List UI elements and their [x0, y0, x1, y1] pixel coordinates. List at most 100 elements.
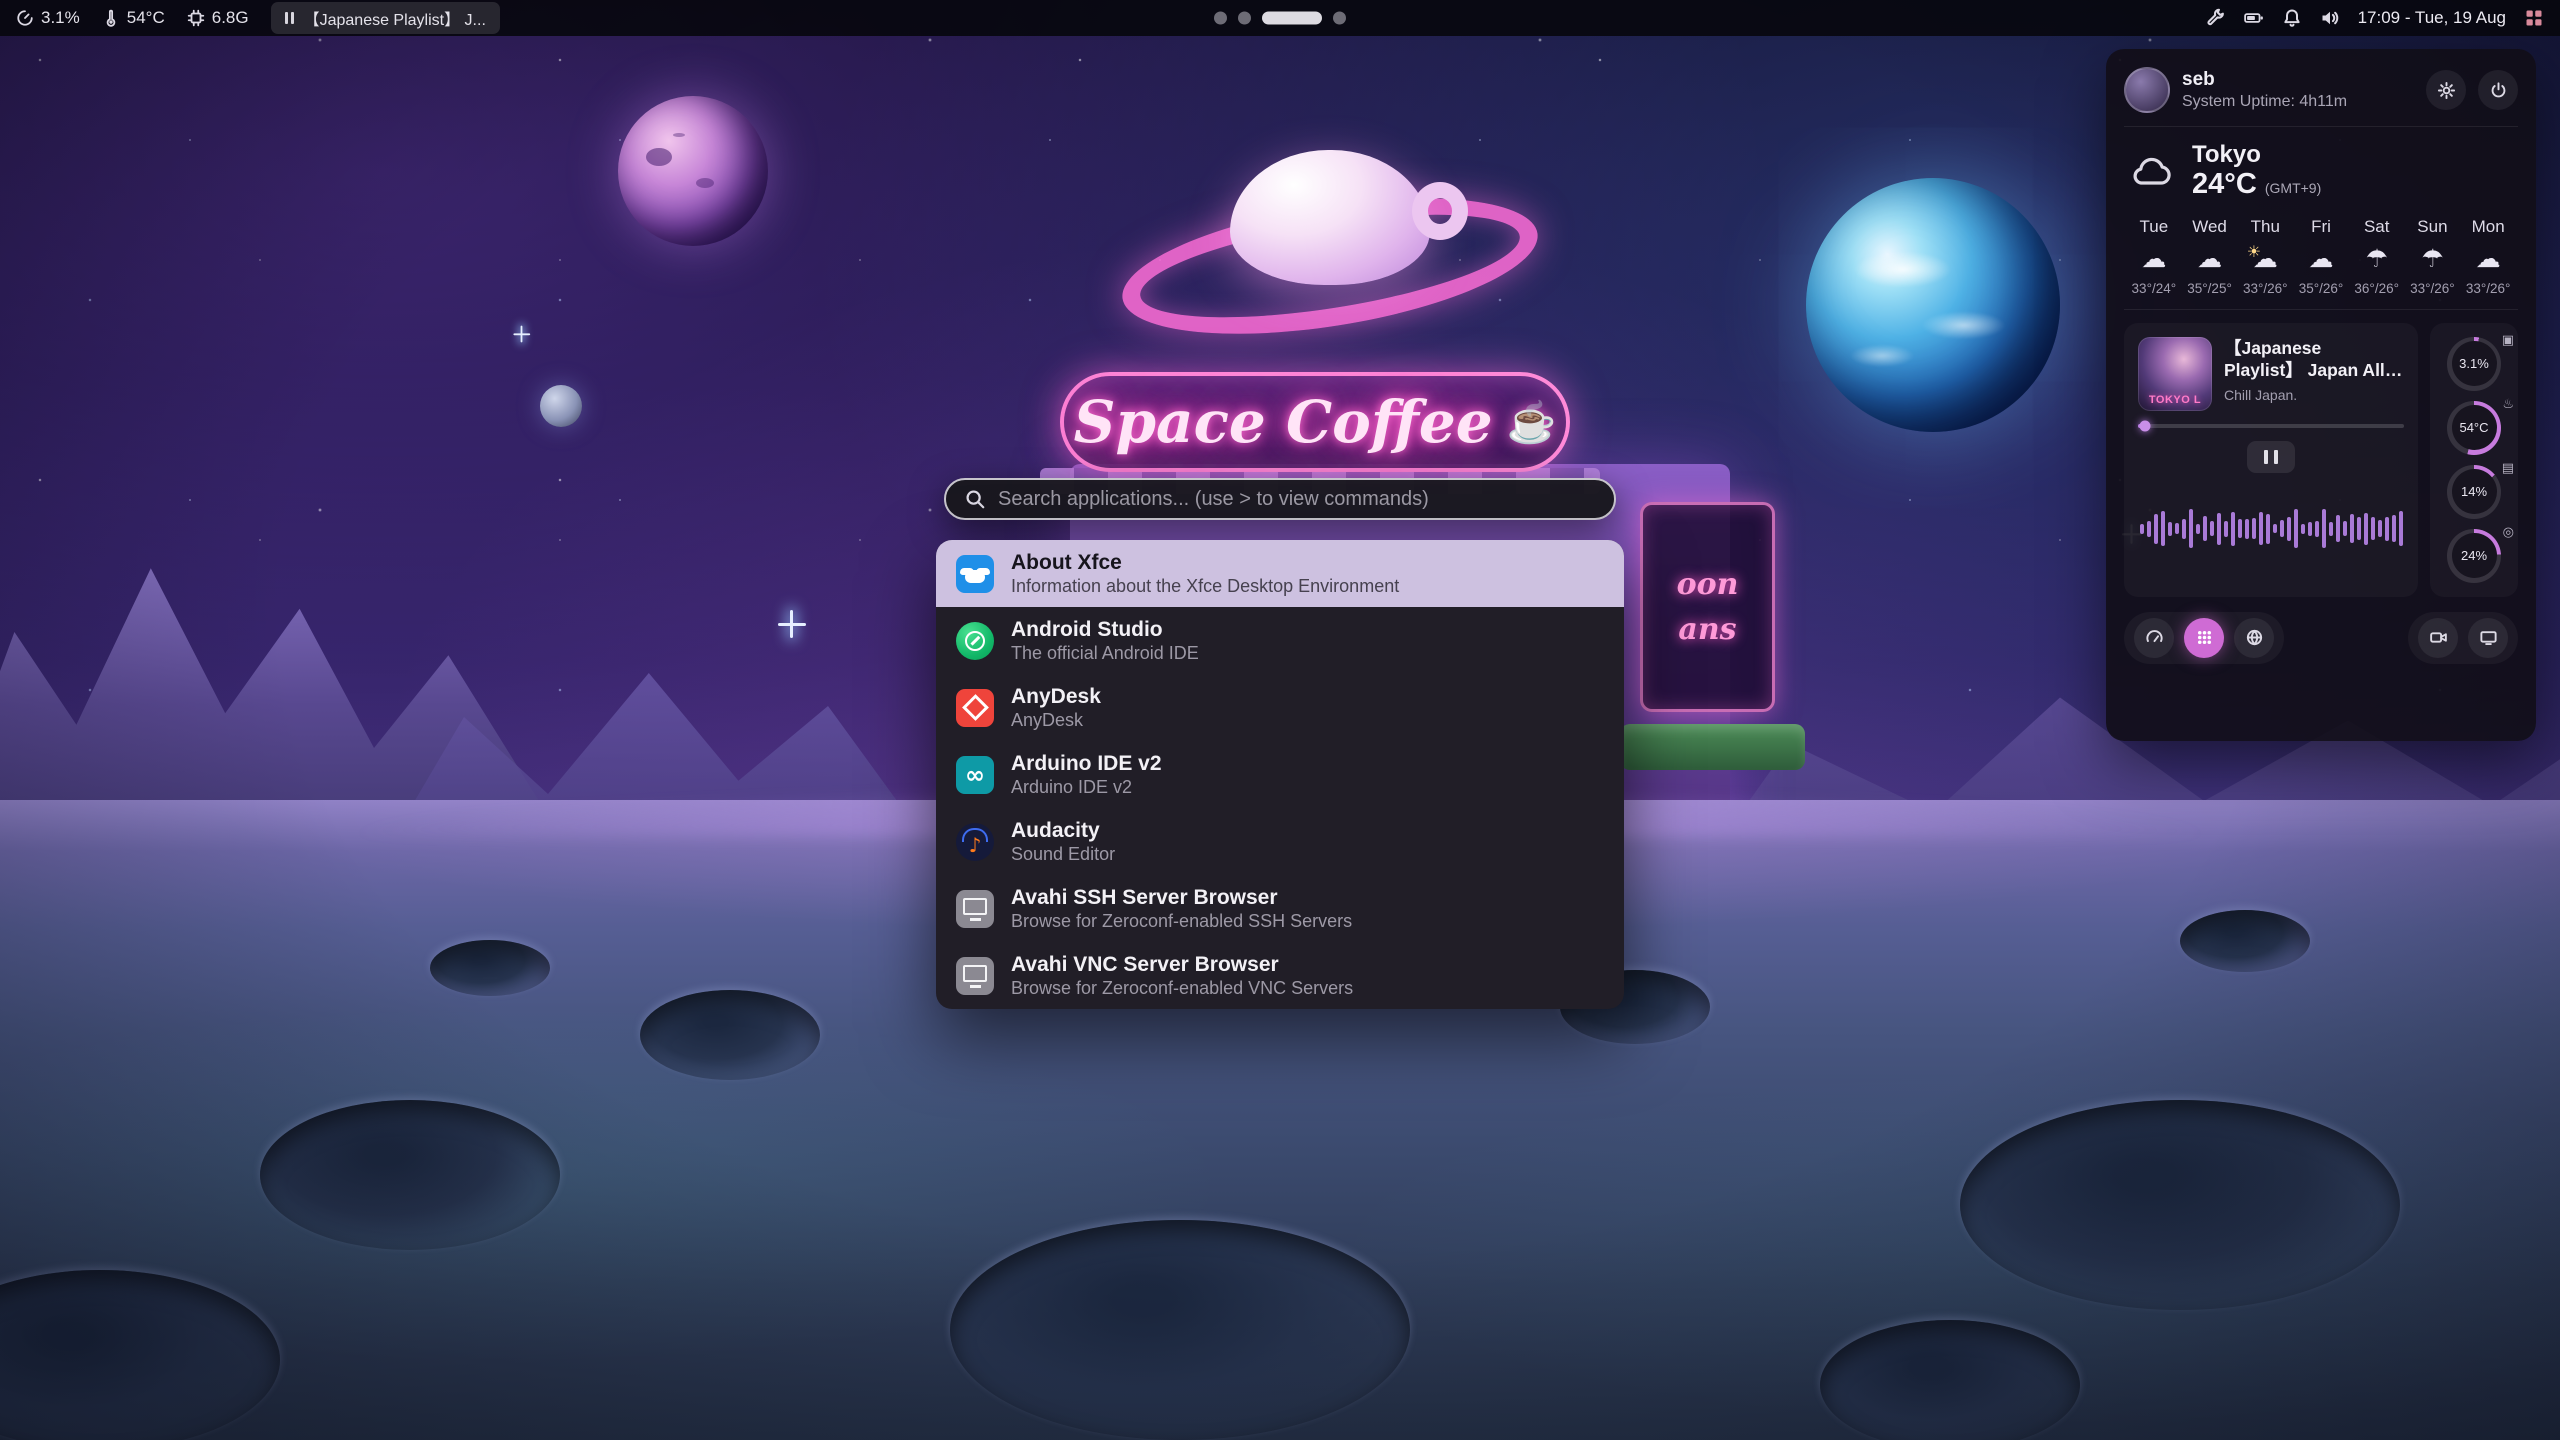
- pause-button[interactable]: [2247, 441, 2295, 473]
- bell-icon: [2282, 8, 2302, 28]
- forecast-day: Mon 33°/26°: [2460, 217, 2516, 296]
- display-button[interactable]: [2468, 618, 2508, 658]
- wrench-icon: [2206, 8, 2226, 28]
- forecast-day: Sun 33°/26°: [2405, 217, 2461, 296]
- user-name: seb: [2182, 69, 2414, 91]
- result-text: Avahi VNC Server Browser Browse for Zero…: [1011, 953, 1353, 999]
- media-progress-bar[interactable]: [2138, 424, 2404, 428]
- gauge-ring: 54°C: [2447, 401, 2501, 455]
- forecast-day-label: Thu: [2251, 217, 2280, 237]
- workspace-dot[interactable]: [1238, 12, 1251, 25]
- widget-panel: seb System Uptime: 4h11m Tokyo 24°C (GMT…: [2106, 49, 2536, 741]
- media-meta: 【Japanese Playlist】 Japan All Night - To…: [2224, 337, 2404, 411]
- launcher-result-row[interactable]: Avahi VNC Server Browser Browse for Zero…: [936, 942, 1624, 1009]
- screen-record-button[interactable]: [2418, 618, 2458, 658]
- avahi-icon: [956, 957, 994, 995]
- cloud-icon: [2476, 243, 2501, 275]
- forecast-temps: 33°/26°: [2410, 281, 2455, 296]
- top-bar-tray: 17:09 - Tue, 19 Aug: [2206, 8, 2544, 28]
- cpu-value: 3.1%: [41, 8, 80, 28]
- divider: [2124, 309, 2518, 310]
- avatar[interactable]: [2124, 67, 2170, 113]
- forecast-day-label: Mon: [2472, 217, 2505, 237]
- album-art-label: TOKYO L: [2138, 394, 2212, 406]
- temp-gauge-icon: [2502, 397, 2514, 412]
- performance-button[interactable]: [2134, 618, 2174, 658]
- cpu-gauge-icon: [2502, 333, 2514, 348]
- memory-stat: 6.8G: [187, 8, 249, 28]
- gauge-value: 14%: [2461, 484, 2487, 499]
- cpu-icon: [16, 9, 34, 27]
- forecast-day-label: Wed: [2192, 217, 2227, 237]
- result-text: Android Studio The official Android IDE: [1011, 618, 1199, 664]
- now-playing-pill[interactable]: 【Japanese Playlist】 J...: [271, 2, 500, 34]
- result-subtitle: Information about the Xfce Desktop Envir…: [1011, 577, 1399, 597]
- gauge: 14%: [2447, 465, 2501, 519]
- launcher-result-row[interactable]: Avahi SSH Server Browser Browse for Zero…: [936, 875, 1624, 942]
- workspace-dot[interactable]: [1262, 12, 1322, 25]
- launcher-result-row[interactable]: About Xfce Information about the Xfce De…: [936, 540, 1624, 607]
- cloud-icon: [2128, 152, 2176, 192]
- search-input[interactable]: [998, 488, 1596, 511]
- sun-cloud-icon: [2253, 243, 2278, 275]
- launcher-result-row[interactable]: AnyDesk AnyDesk: [936, 674, 1624, 741]
- now-playing-text: 【Japanese Playlist】 J...: [304, 6, 486, 30]
- launcher-search-bar[interactable]: [944, 478, 1616, 520]
- umbrella-icon: [2365, 243, 2387, 275]
- battery-button[interactable]: [2244, 8, 2264, 28]
- grid-icon: [2524, 8, 2544, 28]
- forecast-temps: 33°/26°: [2243, 281, 2288, 296]
- workspace-dot[interactable]: [1214, 12, 1227, 25]
- result-title: Avahi VNC Server Browser: [1011, 953, 1353, 976]
- album-art[interactable]: TOKYO L: [2138, 337, 2212, 411]
- weather-city: Tokyo: [2192, 142, 2321, 168]
- anydesk-icon: [956, 689, 994, 727]
- video-camera-icon: [2429, 628, 2448, 647]
- gauge-value: 24%: [2461, 548, 2487, 563]
- result-subtitle: Sound Editor: [1011, 845, 1115, 865]
- notifications-button[interactable]: [2282, 8, 2302, 28]
- workspace-dot[interactable]: [1333, 12, 1346, 25]
- forecast-day-label: Fri: [2311, 217, 2331, 237]
- launcher-result-row[interactable]: Android Studio The official Android IDE: [936, 607, 1624, 674]
- power-icon: [2489, 81, 2508, 100]
- memory-icon: [187, 9, 205, 27]
- result-title: Audacity: [1011, 819, 1115, 842]
- result-title: Android Studio: [1011, 618, 1199, 641]
- cloud-icon: [2197, 243, 2222, 275]
- result-text: About Xfce Information about the Xfce De…: [1011, 551, 1399, 597]
- xfce-icon: [956, 555, 994, 593]
- quick-actions-right: [2408, 612, 2518, 664]
- thermometer-icon: [102, 9, 120, 27]
- web-button[interactable]: [2234, 618, 2274, 658]
- globe-icon: [2245, 628, 2264, 647]
- clock[interactable]: 17:09 - Tue, 19 Aug: [2358, 8, 2506, 28]
- tools-button[interactable]: [2206, 8, 2226, 28]
- app-grid-button[interactable]: [2524, 8, 2544, 28]
- result-title: Arduino IDE v2: [1011, 752, 1162, 775]
- quick-actions-left: [2124, 612, 2284, 664]
- launcher-result-row[interactable]: Audacity Sound Editor: [936, 808, 1624, 875]
- gauge-ring: 14%: [2447, 465, 2501, 519]
- gauge: 24%: [2447, 529, 2501, 583]
- settings-button[interactable]: [2426, 70, 2466, 110]
- forecast-temps: 33°/26°: [2466, 281, 2511, 296]
- gauge: 54°C: [2447, 401, 2501, 455]
- media-player: TOKYO L 【Japanese Playlist】 Japan All Ni…: [2124, 323, 2418, 597]
- media-progress-knob[interactable]: [2139, 420, 2150, 431]
- cpu-stat: 3.1%: [16, 8, 80, 28]
- volume-button[interactable]: [2320, 8, 2340, 28]
- result-text: Arduino IDE v2 Arduino IDE v2: [1011, 752, 1162, 798]
- result-text: Audacity Sound Editor: [1011, 819, 1115, 865]
- forecast-day-label: Sun: [2417, 217, 2447, 237]
- launcher-result-row[interactable]: Arduino IDE v2 Arduino IDE v2: [936, 741, 1624, 808]
- quick-actions: [2124, 612, 2518, 664]
- display-icon: [2479, 628, 2498, 647]
- media-title: 【Japanese Playlist】 Japan All Night - To…: [2224, 337, 2404, 383]
- system-uptime: System Uptime: 4h11m: [2182, 93, 2414, 111]
- user-row: seb System Uptime: 4h11m: [2124, 67, 2518, 113]
- power-button[interactable]: [2478, 70, 2518, 110]
- weather-forecast: Tue 33°/24° Wed 35°/25° Thu 33°/26°: [2124, 217, 2518, 296]
- apps-button[interactable]: [2184, 618, 2224, 658]
- audacity-icon: [956, 823, 994, 861]
